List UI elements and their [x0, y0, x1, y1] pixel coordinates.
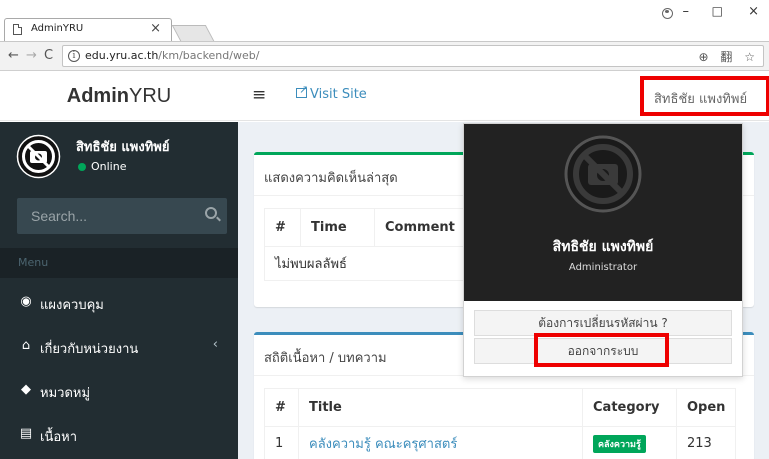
table-row: 1 คลังความรู้ คณะครุศาสตร์ คลังความรู้ 2… — [264, 426, 737, 459]
row-title-link[interactable]: คลังความรู้ คณะครุศาสตร์ — [298, 426, 583, 459]
chevron-left-icon: ‹ — [212, 337, 218, 352]
row-number: 1 — [264, 426, 299, 459]
browser-tab[interactable]: AdminYRU × — [4, 18, 172, 41]
page-icon — [13, 24, 22, 35]
menu-header: Menu — [0, 248, 238, 278]
url-text: edu.yru.ac.th/km/backend/web/ — [85, 49, 260, 62]
info-icon[interactable]: i — [68, 50, 80, 62]
content-stats-table: # Title Category Open 1 คลังความรู้ คณะค… — [264, 388, 737, 459]
sidebar-item-categories[interactable]: ◆ หมวดหมู่ — [0, 370, 238, 410]
sidebar: สิทธิชัย แพงทิพย์ Online Menu ◉ แผงควบคุ… — [0, 122, 238, 459]
user-menu-button[interactable]: สิทธิชัย แพงทิพย์ — [640, 76, 769, 116]
column-header: Category — [582, 388, 677, 427]
sidebar-item-dashboard[interactable]: ◉ แผงควบคุม — [0, 282, 238, 322]
logout-button[interactable]: ออกจากระบบ — [474, 338, 732, 364]
maximize-button[interactable]: □ — [712, 4, 723, 18]
empty-result: ไม่พบผลลัพธ์ — [264, 246, 485, 281]
no-photo-avatar-icon — [564, 135, 642, 213]
tab-close-icon[interactable]: × — [150, 21, 161, 36]
sidebar-item-label: แผงควบคุม — [40, 298, 104, 313]
column-header: # — [264, 208, 301, 247]
sidebar-item-content[interactable]: ▤ เนื้อหา — [0, 414, 238, 454]
category-badge: คลังความรู้ — [593, 434, 646, 453]
minimize-button[interactable]: – — [683, 4, 690, 19]
url-input[interactable]: i edu.yru.ac.th/km/backend/web/ ⊕ 翻 ☆ — [62, 45, 764, 67]
close-window-button[interactable]: × — [748, 4, 759, 19]
zoom-icon[interactable]: ⊕ — [699, 50, 709, 64]
tab-title: AdminYRU — [31, 23, 84, 34]
omnibox-actions: ⊕ 翻 ☆ — [691, 48, 756, 65]
top-navbar: ≡ Visit Site สิทธิชัย แพงทิพย์ — [238, 71, 769, 121]
no-photo-avatar-icon — [16, 134, 61, 179]
translate-icon[interactable]: 翻 — [720, 50, 732, 64]
comments-table: # Time Comment ไม่พบผลลัพธ์ — [264, 208, 485, 281]
row-category: คลังความรู้ — [582, 426, 677, 459]
box-title: แสดงความคิดเห็นล่าสุด — [264, 171, 398, 186]
sidebar-search — [17, 198, 227, 234]
online-status: Online — [78, 160, 126, 173]
back-icon[interactable]: ← — [8, 48, 19, 63]
menu-toggle-icon[interactable]: ≡ — [252, 85, 266, 105]
sidebar-item-about[interactable]: ⌂ เกี่ยวกับหน่วยงาน ‹ — [0, 326, 238, 366]
forward-icon[interactable]: → — [26, 48, 37, 63]
browser-tab-bar: AdminYRU × – □ × — [0, 0, 769, 41]
change-password-button[interactable]: ต้องการเปลี่ยนรหัสผ่าน ? — [474, 310, 732, 336]
column-header: Title — [298, 388, 583, 427]
column-header: # — [264, 388, 299, 427]
user-dropdown-header: สิทธิชัย แพงทิพย์ Administrator — [464, 124, 742, 301]
new-tab-button[interactable] — [171, 25, 215, 41]
institution-icon: ⌂ — [21, 338, 31, 353]
address-bar: ← → C i edu.yru.ac.th/km/backend/web/ ⊕ … — [0, 41, 769, 71]
dashboard-icon: ◉ — [20, 294, 32, 309]
search-icon[interactable] — [205, 207, 217, 219]
sidebar-item-label: เนื้อหา — [40, 430, 78, 445]
sidebar-item-label: เกี่ยวกับหน่วยงาน — [40, 342, 139, 357]
sidebar-user-name: สิทธิชัย แพงทิพย์ — [76, 140, 170, 155]
bookmark-star-icon[interactable]: ☆ — [744, 50, 755, 64]
visit-site-link[interactable]: Visit Site — [296, 83, 367, 102]
user-dropdown: สิทธิชัย แพงทิพย์ Administrator ต้องการเ… — [463, 123, 743, 377]
external-link-icon — [296, 83, 308, 98]
table-row: ไม่พบผลลัพธ์ — [264, 246, 485, 281]
newspaper-icon: ▤ — [19, 426, 33, 441]
search-input[interactable] — [17, 198, 187, 234]
dropdown-user-role: Administrator — [568, 262, 638, 273]
tags-icon: ◆ — [21, 382, 31, 397]
column-header: Open — [675, 388, 737, 427]
box-title: สถิติเนื้อหา / บทความ — [264, 351, 387, 366]
user-menu-name: สิทธิชัย แพงทิพย์ — [654, 92, 748, 107]
sidebar-item-label: หมวดหมู่ — [40, 386, 91, 401]
reload-icon[interactable]: C — [44, 48, 53, 63]
status-dot-icon — [78, 163, 86, 171]
column-header: Time — [300, 208, 375, 247]
dropdown-user-name: สิทธิชัย แพงทิพย์ — [552, 239, 654, 255]
row-open-count: 213 — [675, 426, 737, 459]
app-logo[interactable]: AdminYRU — [0, 71, 238, 121]
